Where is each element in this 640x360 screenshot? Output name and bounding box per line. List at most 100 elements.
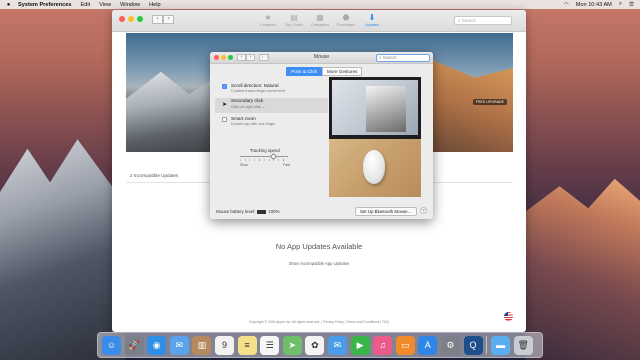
- nav-buttons: ‹ ›: [237, 54, 255, 61]
- slider-max-label: Fast: [283, 163, 290, 167]
- back-button[interactable]: ‹: [152, 15, 163, 24]
- gesture-preview-video: [329, 77, 421, 197]
- incompatible-updates-label: 2 Incompatible Updates: [130, 173, 179, 178]
- nav-buttons: ‹ ›: [152, 15, 174, 24]
- menu-edit[interactable]: Edit: [81, 2, 91, 8]
- menu-window[interactable]: Window: [120, 2, 140, 8]
- folder-icon[interactable]: ▬: [491, 335, 511, 355]
- app-store-toolbar: ‹ › ★ Featured ▤ Top Charts ▦ Categories ⬣ P…: [112, 10, 526, 32]
- apple-menu-icon[interactable]: ●: [4, 2, 13, 8]
- mouse-preferences-window: Mouse ‹ › ⋮⋮ ⌕ Search Point & Click More…: [210, 52, 433, 219]
- safari-icon[interactable]: ◉: [147, 335, 167, 355]
- option-description[interactable]: Click on right side ⌄: [231, 104, 265, 109]
- app-store-search-input[interactable]: ⌕ Search: [454, 16, 512, 25]
- download-icon: ⬇: [368, 13, 376, 22]
- menu-view[interactable]: View: [99, 2, 111, 8]
- mouse-window-titlebar: Mouse ‹ › ⋮⋮ ⌕ Search: [210, 52, 433, 64]
- mail-icon[interactable]: ✉: [169, 335, 189, 355]
- minimize-button[interactable]: [128, 16, 134, 22]
- mouse-tabs: Point & Click More Gestures: [286, 67, 363, 76]
- battery-level: Mouse battery level: 100%: [216, 209, 280, 214]
- option-title: Scroll direction: Natural: [231, 83, 279, 88]
- sysprefs-icon[interactable]: ⚙: [440, 335, 460, 355]
- battery-icon: [257, 209, 267, 214]
- tab-label: Featured: [260, 23, 276, 27]
- facetime-icon[interactable]: ▶: [350, 335, 370, 355]
- magic-mouse-image: [363, 150, 385, 184]
- menu-help[interactable]: Help: [149, 2, 161, 8]
- itunes-icon[interactable]: ♫: [373, 335, 393, 355]
- tracking-speed-slider[interactable]: [240, 152, 288, 161]
- tab-categories[interactable]: ▦ Categories: [307, 12, 333, 27]
- scroll-direction-checkbox[interactable]: ✓: [222, 84, 227, 89]
- option-scroll-direction[interactable]: ✓ Scroll direction: Natural Content trac…: [215, 83, 328, 97]
- help-button[interactable]: ?: [420, 207, 427, 214]
- tab-point-click[interactable]: Point & Click: [286, 67, 323, 76]
- spotlight-icon[interactable]: ⌕: [619, 1, 622, 8]
- tab-label: Categories: [310, 23, 330, 27]
- notification-center-icon[interactable]: ☰: [629, 2, 634, 8]
- grid-icon: ▦: [316, 13, 324, 22]
- messages-icon[interactable]: ✉: [327, 335, 347, 355]
- star-icon: ★: [264, 13, 272, 22]
- option-description: Content tracks finger movement: [231, 89, 285, 93]
- tab-featured[interactable]: ★ Featured: [255, 12, 281, 27]
- tracking-speed-label: Tracking speed: [250, 148, 280, 153]
- tag-icon: ⬣: [342, 13, 350, 22]
- reminders-icon[interactable]: ☰: [260, 335, 280, 355]
- preview-display: [329, 77, 421, 139]
- dock: ☺ 🚀 ◉ ✉ ▥ 9 ≡ ☰ ➤ ✿ ✉ ▶ ♫ ▭ A ⚙ Q ▬ 🗑: [97, 332, 543, 358]
- mouse-cursor-icon: ➤: [222, 102, 228, 108]
- search-placeholder: Search: [382, 55, 397, 60]
- search-placeholder: Search: [461, 18, 477, 23]
- forward-button[interactable]: ›: [163, 15, 174, 24]
- tab-top-charts[interactable]: ▤ Top Charts: [281, 12, 307, 27]
- contacts-icon[interactable]: ▥: [192, 335, 212, 355]
- trash-icon[interactable]: 🗑: [513, 335, 533, 355]
- option-title: Smart zoom: [231, 116, 256, 121]
- tab-purchased[interactable]: ⬣ Purchased: [333, 12, 359, 27]
- dock-separator: [486, 336, 488, 354]
- slider-ticks: [240, 159, 288, 161]
- battery-label: Mouse battery level:: [216, 209, 256, 214]
- option-smart-zoom[interactable]: Smart zoom Double-tap with one finger: [215, 116, 328, 130]
- quicktime-icon[interactable]: Q: [463, 335, 483, 355]
- footer-links[interactable]: Copyright © 2016 Apple Inc. All rights r…: [112, 320, 526, 324]
- preferences-search-input[interactable]: ⌕ Search: [376, 54, 430, 62]
- wifi-icon[interactable]: ◠: [564, 2, 569, 8]
- free-upgrade-badge[interactable]: FREE UPGRADE: [472, 99, 507, 105]
- tab-label: Purchased: [336, 23, 356, 27]
- back-button[interactable]: ‹: [237, 54, 246, 61]
- preview-screen: [332, 80, 418, 135]
- appstore-icon[interactable]: A: [418, 335, 438, 355]
- photos-icon[interactable]: ✿: [305, 335, 325, 355]
- ibooks-icon[interactable]: ▭: [395, 335, 415, 355]
- option-secondary-click[interactable]: ➤ Secondary click Click on right side ⌄: [215, 98, 328, 113]
- tab-more-gestures[interactable]: More Gestures: [322, 67, 363, 76]
- show-all-grid-icon[interactable]: ⋮⋮: [259, 54, 270, 61]
- menu-bar: ● System Preferences Edit View Window He…: [0, 0, 640, 9]
- slider-min-label: Slow: [240, 163, 248, 167]
- preview-photo: [366, 86, 406, 132]
- notes-icon[interactable]: ≡: [237, 335, 257, 355]
- desktop-wallpaper-left: [0, 139, 125, 360]
- show-incompatible-link[interactable]: Show Incompatible App Updates: [112, 261, 526, 266]
- tab-label: Updates: [364, 23, 380, 27]
- clock[interactable]: Mon 10:43 AM: [576, 2, 612, 8]
- close-button[interactable]: [119, 16, 125, 22]
- setup-bluetooth-mouse-button[interactable]: Set Up Bluetooth Mouse…: [355, 207, 417, 216]
- maps-icon[interactable]: ➤: [282, 335, 302, 355]
- no-updates-message: No App Updates Available: [275, 242, 363, 251]
- option-description: Double-tap with one finger: [231, 122, 276, 126]
- menu-app-name[interactable]: System Preferences: [18, 2, 72, 8]
- desktop-wallpaper-right: [525, 178, 640, 360]
- launchpad-icon[interactable]: 🚀: [124, 335, 144, 355]
- calendar-icon[interactable]: 9: [214, 335, 234, 355]
- window-controls: [119, 16, 146, 22]
- tab-updates[interactable]: ⬇ Updates: [359, 12, 385, 27]
- smart-zoom-checkbox[interactable]: [222, 117, 227, 122]
- zoom-button[interactable]: [137, 16, 143, 22]
- finder-icon[interactable]: ☺: [102, 335, 121, 355]
- forward-button[interactable]: ›: [246, 54, 255, 61]
- preview-desk: [329, 139, 421, 197]
